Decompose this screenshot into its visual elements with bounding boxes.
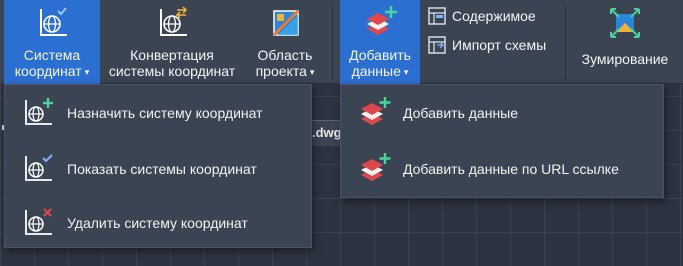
globe-axes-delete-icon [21, 207, 55, 239]
project-area-label-1: Область [257, 47, 313, 63]
schema-import-button[interactable]: Импорт схемы [428, 34, 546, 56]
ribbon-panel: Система координат ▾ Конвертация системы к… [0, 0, 683, 84]
zoom-label: Зумирование [581, 51, 669, 67]
globe-axes-plus-icon [21, 97, 55, 129]
project-area-label-2: проекта [255, 63, 307, 79]
convert-label-2: системы координат [108, 63, 236, 79]
assign-coordinate-system-item[interactable]: Назначить систему координат [5, 87, 311, 139]
contents-label: Содержимое [452, 8, 536, 24]
show-coordinate-systems-item[interactable]: Показать системы координат [5, 143, 311, 195]
schema-contents-icon [428, 7, 446, 25]
globe-convert-icon [155, 5, 189, 41]
add-data-label-2: данные [351, 63, 401, 79]
add-data-label-1: Добавить [349, 47, 411, 63]
ribbon-divider [332, 6, 333, 80]
add-data-menu: Добавить данные Добавить данные по URL с… [340, 84, 664, 198]
layers-add-icon [357, 97, 391, 129]
layers-add-icon [357, 153, 391, 185]
contents-button[interactable]: Содержимое [428, 5, 536, 27]
layers-add-icon [363, 5, 397, 41]
coordinate-system-menu: Назначить систему координат Показать сис… [4, 84, 312, 248]
show-coordinate-systems-label: Показать системы координат [67, 161, 257, 177]
schema-import-icon [428, 36, 446, 54]
add-data-url-item[interactable]: Добавить данные по URL ссылке [341, 143, 663, 195]
chevron-down-icon: ▾ [84, 67, 90, 77]
chevron-down-icon: ▾ [403, 67, 409, 77]
globe-axes-check-icon [21, 153, 55, 185]
project-area-icon [268, 5, 302, 41]
convert-label-1: Конвертация [130, 47, 214, 63]
add-data-button[interactable]: Добавить данные ▾ [340, 0, 420, 84]
convert-coordinate-system-button[interactable]: Конвертация системы координат [102, 0, 242, 84]
zoom-extents-icon [608, 5, 642, 41]
add-data-item-label: Добавить данные [403, 105, 519, 121]
coordinate-system-label-1: Система [23, 47, 81, 63]
add-data-item[interactable]: Добавить данные [341, 87, 663, 139]
remove-coordinate-system-label: Удалить систему координат [67, 215, 248, 231]
project-area-button[interactable]: Область проекта ▾ [246, 0, 324, 84]
schema-import-label: Импорт схемы [452, 37, 547, 53]
chevron-down-icon: ▾ [309, 67, 315, 77]
coordinate-system-button[interactable]: Система координат ▾ [4, 0, 100, 84]
zoom-button[interactable]: Зумирование [573, 0, 677, 84]
coordinate-system-label-2: координат [14, 63, 82, 79]
remove-coordinate-system-item[interactable]: Удалить систему координат [5, 197, 311, 249]
add-data-url-item-label: Добавить данные по URL ссылке [403, 161, 619, 177]
file-tab-label: .dwg [312, 125, 342, 140]
ribbon-divider [565, 6, 566, 80]
globe-axes-check-icon [35, 5, 69, 41]
assign-coordinate-system-label: Назначить систему координат [67, 105, 263, 121]
